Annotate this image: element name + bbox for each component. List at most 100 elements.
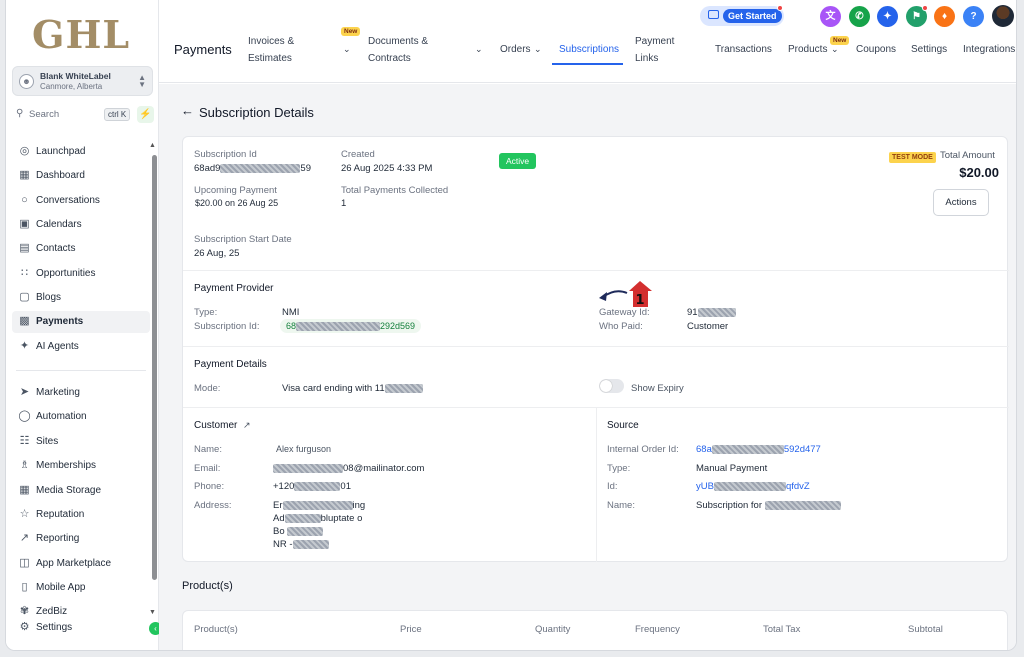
- total-collected-value: 1: [341, 198, 347, 209]
- sidebar-item-app-marketplace[interactable]: ◫ App Marketplace: [12, 553, 150, 575]
- sidebar-item-settings[interactable]: ⚙ Settings: [12, 617, 150, 639]
- blogs-icon: ▢: [19, 291, 30, 303]
- back-arrow-icon[interactable]: ←: [181, 103, 194, 118]
- sidebar-item-launchpad[interactable]: ◎ Launchpad: [12, 141, 150, 163]
- customer-address-line4: NR -: [273, 539, 329, 550]
- sidebar-item-contacts[interactable]: ▤ Contacts: [12, 238, 150, 260]
- chevron-down-icon[interactable]: ⌄: [343, 44, 351, 55]
- megaphone-icon[interactable]: ⚑: [906, 5, 928, 27]
- account-location: Canmore, Alberta: [40, 82, 103, 91]
- sidebar-item-opportunities[interactable]: ∷ Opportunities: [12, 263, 150, 285]
- account-name: Blank WhiteLabel: [40, 71, 111, 81]
- sidebar-scrollbar[interactable]: [152, 155, 157, 580]
- sidebar-item-conversations[interactable]: ○ Conversations: [12, 190, 150, 212]
- get-started-button[interactable]: Get Started: [700, 5, 784, 26]
- upcoming-payment-value: $20.00 on 26 Aug 25: [195, 198, 279, 208]
- sidebar-item-marketing[interactable]: ➤ Marketing: [12, 382, 150, 404]
- sidebar-divider: [16, 370, 146, 371]
- tab-invoices-estimates[interactable]: Invoices & Estimates: [248, 33, 294, 67]
- tab-coupons[interactable]: Coupons: [856, 41, 896, 58]
- provider-subscription-id-value[interactable]: 68 292d569: [280, 319, 422, 334]
- phone-icon[interactable]: ✆: [849, 6, 870, 27]
- tab-settings[interactable]: Settings: [911, 41, 947, 58]
- source-title: Source: [607, 420, 639, 431]
- sidebar-item-media-storage[interactable]: ▦ Media Storage: [12, 480, 150, 502]
- mode-value: Visa card ending with 11: [282, 383, 423, 394]
- chevron-down-icon[interactable]: ⌄: [534, 44, 542, 55]
- tab-subscriptions[interactable]: Subscriptions: [559, 41, 619, 58]
- app-window: GHL ☻ Blank WhiteLabel Canmore, Alberta …: [5, 0, 1017, 651]
- sidebar-item-reporting[interactable]: ↗ Reporting: [12, 528, 150, 550]
- column-header-subtotal: Subtotal: [908, 624, 943, 635]
- new-badge: New: [341, 27, 361, 36]
- total-amount-label: Total Amount: [940, 150, 995, 161]
- sidebar-item-sites[interactable]: ☷ Sites: [12, 431, 150, 453]
- products-table: Product(s) Price Quantity Frequency Tota…: [182, 610, 1008, 650]
- customer-address-line3: Bo: [273, 526, 324, 537]
- who-paid-value: Customer: [687, 321, 729, 332]
- customer-address-line1: Er ing: [273, 500, 366, 511]
- mode-label: Mode:: [194, 383, 221, 394]
- memberships-icon: ♗: [19, 459, 30, 471]
- customer-phone-label: Phone:: [194, 481, 225, 492]
- source-id-link[interactable]: yUB qfdvZ: [696, 481, 810, 492]
- scroll-down-arrow-icon[interactable]: ▼: [149, 609, 156, 616]
- subscription-id-value: 68ad9 59: [194, 163, 311, 174]
- sidebar-item-dashboard[interactable]: ▦ Dashboard: [12, 165, 150, 187]
- sidebar-item-blogs[interactable]: ▢ Blogs: [12, 287, 150, 309]
- actions-button[interactable]: Actions: [933, 189, 989, 216]
- help-icon[interactable]: ?: [963, 6, 984, 27]
- column-header-price: Price: [400, 624, 422, 635]
- chevron-down-icon[interactable]: ⌄: [831, 44, 839, 55]
- show-expiry-toggle[interactable]: [599, 379, 624, 393]
- customer-email-value: 08@mailinator.com: [273, 463, 424, 474]
- sidebar-item-memberships[interactable]: ♗ Memberships: [12, 455, 150, 477]
- top-navigation: Get Started 文 ✆ ✦ ⚑ ♦ ? Payments Invoice…: [159, 0, 1016, 83]
- sidebar-item-payments[interactable]: ▩ Payments: [12, 311, 150, 333]
- payment-details-title: Payment Details: [194, 359, 267, 370]
- sidebar-item-automation[interactable]: ◯ Automation: [12, 406, 150, 428]
- provider-type-label: Type:: [194, 307, 218, 318]
- tab-products[interactable]: Products: [788, 41, 827, 58]
- tab-integrations[interactable]: Integrations: [963, 41, 1015, 58]
- account-switcher[interactable]: ☻ Blank WhiteLabel Canmore, Alberta ▲ ▼: [12, 66, 153, 96]
- mobile-icon: ▯: [21, 581, 28, 593]
- tab-transactions[interactable]: Transactions: [715, 41, 772, 58]
- source-name-value: Subscription for: [696, 500, 841, 511]
- order-id-link[interactable]: 68a 592d477: [696, 444, 821, 455]
- notification-dot: [777, 5, 783, 11]
- tab-payment-links[interactable]: Payment Links: [635, 33, 674, 67]
- search-bar[interactable]: ⚲ Search ctrl K ⚡: [12, 105, 154, 124]
- column-divider: [596, 407, 597, 562]
- sidebar-item-reputation[interactable]: ☆ Reputation: [12, 504, 150, 526]
- profile-avatar[interactable]: [992, 5, 1014, 27]
- chevron-down-icon[interactable]: ⌄: [475, 44, 483, 55]
- annotation-number: 1: [635, 293, 644, 308]
- sidebar-item-mobile-app[interactable]: ▯ Mobile App: [12, 577, 150, 599]
- sidebar-item-ai-agents[interactable]: ✦ AI Agents: [12, 336, 150, 358]
- tab-orders[interactable]: Orders: [500, 41, 531, 58]
- upcoming-payment-label: Upcoming Payment: [194, 185, 277, 196]
- sites-icon: ☷: [19, 435, 30, 447]
- created-label: Created: [341, 149, 375, 160]
- payments-icon: ▩: [19, 315, 30, 327]
- quick-action-bolt-icon[interactable]: ⚡: [137, 106, 154, 123]
- contacts-icon: ▤: [19, 242, 30, 254]
- source-id-label: Id:: [607, 481, 618, 492]
- card-icon: [708, 10, 719, 19]
- tab-documents-contracts[interactable]: Documents & Contracts: [368, 33, 428, 67]
- show-expiry-label: Show Expiry: [631, 383, 684, 394]
- module-title: Payments: [174, 42, 232, 57]
- gateway-id-value: 91: [687, 307, 736, 318]
- sidebar-item-calendars[interactable]: ▣ Calendars: [12, 214, 150, 236]
- annotation-arrow: 1: [599, 281, 652, 308]
- chat-icon: ○: [21, 194, 28, 206]
- magic-wand-icon[interactable]: ✦: [877, 6, 898, 27]
- translate-icon[interactable]: 文: [820, 6, 841, 27]
- bell-icon[interactable]: ♦: [934, 6, 955, 27]
- scroll-up-arrow-icon[interactable]: ▲: [149, 142, 156, 149]
- send-icon: ➤: [19, 386, 30, 398]
- external-link-icon[interactable]: ↗: [243, 420, 251, 431]
- status-badge: Active: [499, 153, 537, 169]
- source-type-label: Type:: [607, 463, 631, 474]
